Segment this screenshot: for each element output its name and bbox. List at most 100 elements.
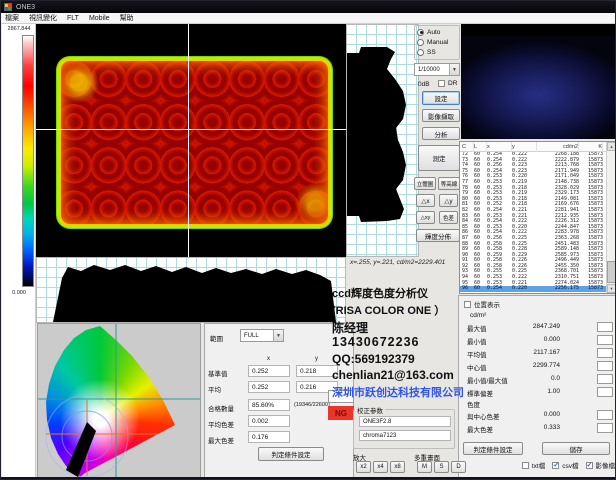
radio-mode-Auto[interactable]: Auto [417,29,457,36]
stat-limit-box[interactable] [597,361,613,371]
radio-label: Manual [427,39,448,46]
checkbox-icon[interactable] [464,301,471,308]
stat-value: 1.00 [547,388,560,395]
stat-row: 最小值0.000 [459,334,616,347]
calibration-field-chroma[interactable]: chroma7123 [359,430,451,441]
checkbox-label: 影像檔 [596,460,616,470]
zoom-x2-button[interactable]: x2 [356,461,371,473]
avg-diff-field: 0.002 [248,415,290,427]
crosshair-horizontal[interactable] [36,129,346,130]
cie-diagram-panel[interactable] [37,323,201,479]
radio-icon[interactable] [417,29,424,36]
cursor-readout: x=.255, y=.221, cd/m2=2229.401 [350,259,445,266]
set-button[interactable]: 設定 [422,91,460,105]
radio-icon[interactable] [417,39,424,46]
multi-M-button[interactable]: M [417,461,432,473]
stat-limit-box[interactable] [597,387,613,397]
image-capture-button[interactable]: 影像擷取 [422,109,460,122]
stat-value: 2847.249 [533,323,560,330]
table-body[interactable]: 72600.2540.2222268.1881587373600.2540.22… [460,152,607,293]
color-diff-button[interactable]: 色差 [439,211,458,224]
luminance-stats-rows: 最大值2847.249最小值0.000平均值2117.167中心值2299.77… [459,321,616,399]
stat-limit-box[interactable] [597,410,613,420]
stat-limit-box[interactable] [597,423,613,433]
column-header: C [460,142,474,152]
luminance-image[interactable] [36,24,346,257]
result-blank-field [328,390,354,403]
position-display-checkbox[interactable]: 位置表示 [464,299,500,309]
checkbox-icon[interactable] [522,462,529,469]
file-format-checkboxes: txt檔 csv檔 影像檔 [505,460,615,470]
shutter-value: 1/10000 [418,67,440,73]
file-checkbox-影像檔[interactable]: 影像檔 [586,460,616,470]
multi-D-button[interactable]: D [451,461,466,473]
file-checkbox-txt檔[interactable]: txt檔 [522,460,545,470]
horizontal-profile-curve [37,258,345,322]
stat-limit-box[interactable] [597,348,613,358]
table-row[interactable]: 96600.2540.2202256.17515873 [460,286,607,292]
radio-icon[interactable] [417,49,424,56]
table-scrollbar[interactable]: ▲ ▼ [606,142,615,293]
file-checkbox-csv檔[interactable]: csv檔 [552,460,578,470]
title-bar[interactable]: ONE3 [1,1,616,13]
stat-row: 最小值/最大值0.0 [459,373,616,386]
app-window: ONE3 檔案視訊變化FLTMobile幫助 2867.844 0.000 Au… [0,0,616,480]
radio-mode-Manual[interactable]: Manual [417,39,457,46]
stat-limit-box[interactable] [597,374,613,384]
menu-item-FLT[interactable]: FLT [67,15,79,22]
shutter-select[interactable]: 1/10000 ▼ [414,63,460,76]
colorbar-gradient [22,35,34,287]
judge-condition-button[interactable]: 判定條件設定 [258,447,324,461]
pass-count-field: 85.60% [248,399,290,411]
chromaticity-stats-rows: 與中心色差0.000最大色差0.333 [459,409,616,435]
stat-row: 標準偏差1.00 [459,386,616,399]
menu-item-檔案[interactable]: 檔案 [5,13,19,23]
measure-button[interactable]: 測定 [418,145,460,171]
radio-mode-SS[interactable]: SS [417,49,457,56]
delta-x-button[interactable]: △x [416,194,435,207]
stat-limit-box[interactable] [597,322,613,332]
stat-label: 最小值/最大值 [467,375,508,385]
stat-label: 中心值 [467,362,487,372]
delta-y-button[interactable]: △y [439,194,458,207]
checkbox-icon[interactable] [438,80,445,87]
cie-overlay-marks [38,324,201,479]
checkbox-icon[interactable] [586,462,593,469]
calibration-group [353,409,455,449]
menu-item-幫助[interactable]: 幫助 [120,13,134,23]
range-label: 範圍 [210,333,223,343]
cell: 96 [460,286,474,292]
menu-item-視訊變化[interactable]: 視訊變化 [29,13,57,23]
dr-checkbox[interactable]: DR [438,80,457,87]
zoom-x8-button[interactable]: x8 [390,461,405,473]
luminance-distribution-button[interactable]: 輝度分佈 [416,229,460,242]
contour-button[interactable]: 等高線 [438,177,460,190]
stat-limit-box[interactable] [597,335,613,345]
analyze-button[interactable]: 分析 [422,127,460,140]
scroll-down-icon[interactable]: ▼ [607,284,616,293]
scroll-up-icon[interactable]: ▲ [607,142,616,151]
chevron-down-icon[interactable]: ▼ [273,330,283,341]
stat-value: 2117.167 [533,349,560,356]
save-button[interactable]: 儲存 [542,442,610,455]
zoom-x4-button[interactable]: x4 [373,461,388,473]
pass-count-detail: (19346/22600) [294,402,330,408]
checkbox-icon[interactable] [552,462,559,469]
multi-S-button[interactable]: S [434,461,449,473]
range-select[interactable]: FULL ▼ [240,329,284,342]
range-value: FULL [244,333,259,339]
avg-diff-label: 平均色差 [208,419,234,429]
checkbox-label: csv檔 [562,460,578,470]
crosshair-vertical[interactable] [188,24,189,257]
cell: 60 [474,286,487,292]
calibration-field-lens[interactable]: ONE3F2.8 [359,416,451,427]
menu-item-Mobile[interactable]: Mobile [89,15,110,22]
delta-xy-button[interactable]: △xy [416,211,435,224]
judge-condition-button[interactable]: 判定條件設定 [463,442,523,455]
view-3d-button[interactable]: 立體圖 [414,177,436,190]
judge-y-field: 0.218 [296,365,338,377]
scrollbar-thumb[interactable] [607,261,616,283]
statistics-panel: 位置表示 cd/m² 最大值2847.249最小值0.000平均值2117.16… [458,295,616,478]
judge-row-label: 平均 [208,384,221,394]
chevron-down-icon[interactable]: ▼ [449,64,459,75]
